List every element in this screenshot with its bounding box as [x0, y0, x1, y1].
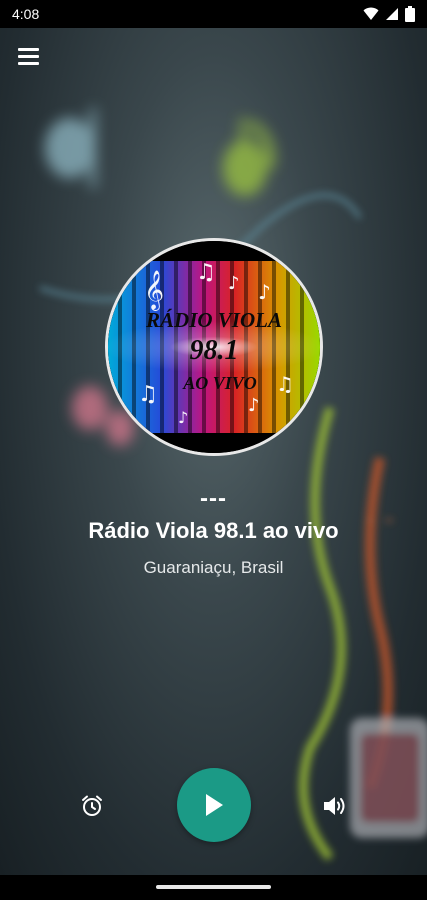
- svg-text:♪: ♪: [228, 273, 240, 294]
- volume-button[interactable]: [322, 794, 348, 818]
- home-gesture-handle[interactable]: [156, 885, 271, 889]
- now-playing-text: ---: [200, 485, 227, 512]
- svg-text:♪: ♪: [258, 280, 271, 304]
- alarm-button[interactable]: [80, 794, 104, 818]
- svg-text:♪: ♪: [248, 395, 260, 416]
- station-logo: 𝄞 ♫ ♪ ♪ ♫ ♪ ♫ ♪ RÁDIO VIOLA 98.1 AO VIVO: [105, 238, 323, 456]
- play-icon: [206, 794, 223, 816]
- logo-line-2: 98.1: [190, 335, 239, 366]
- status-icons: [363, 6, 415, 22]
- svg-text:♫: ♫: [196, 260, 216, 285]
- station-location: Guaraniaçu, Brasil: [143, 558, 284, 577]
- alarm-clock-icon: [82, 795, 102, 816]
- menu-icon-bar: [18, 47, 39, 51]
- wifi-icon: [363, 7, 379, 20]
- cell-signal-icon: [386, 8, 398, 20]
- navigation-bar: [0, 875, 427, 900]
- player-controls: [0, 768, 427, 842]
- status-bar: 4:08: [0, 0, 427, 28]
- battery-icon: [405, 6, 415, 22]
- svg-text:♫: ♫: [138, 382, 158, 407]
- svg-text:𝄞: 𝄞: [144, 270, 164, 311]
- logo-line-3: AO VIVO: [182, 373, 257, 393]
- play-button[interactable]: [177, 768, 251, 842]
- menu-icon-bar: [18, 54, 39, 58]
- volume-icon: [324, 797, 345, 815]
- menu-button[interactable]: [18, 44, 44, 68]
- menu-icon-bar: [18, 61, 39, 65]
- station-name: Rádio Viola 98.1 ao vivo: [88, 518, 339, 543]
- logo-line-1: RÁDIO VIOLA: [145, 308, 282, 332]
- status-time: 4:08: [12, 6, 40, 22]
- svg-text:♫: ♫: [276, 372, 294, 396]
- svg-text:♪: ♪: [178, 408, 188, 427]
